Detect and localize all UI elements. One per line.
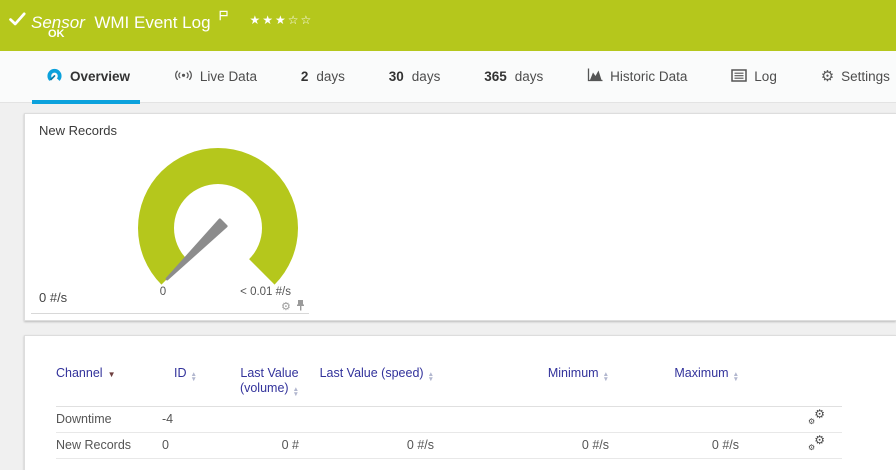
tab-365-days[interactable]: 365 days [484,51,543,103]
area-chart-icon [587,68,603,85]
channels-panel: Channel ▼ ID ▲ ▼ Last Value (volume) ▲ ▼ Last… [24,335,896,470]
gauge-min-label: 0 [159,286,167,298]
tab-label: days [316,69,345,84]
channel-name: Downtime [56,412,112,426]
last-value-speed [302,406,437,432]
overview-gauge-panel: New Records 0 < 0.01 #/s 0 #/s ⚙ [24,113,896,321]
maximum-value: 0 #/s [711,438,739,452]
channels-table: Channel ▼ ID ▲ ▼ Last Value (volume) ▲ ▼ Last… [56,366,842,459]
broadcast-icon [174,69,193,85]
channel-settings-gears-icon[interactable]: ⚙ ⚙ [808,408,825,426]
last-value-volume [212,406,302,432]
sort-desc-icon: ▼ [107,370,116,379]
sort-icon: ▲ ▼ [732,371,739,383]
tab-settings[interactable]: ⚙ Settings [821,51,890,103]
gauge-title: New Records [39,123,118,138]
channel-id: -4 [162,412,174,426]
sort-icon: ▲ ▼ [602,371,609,383]
tab-label: days [411,69,441,84]
tab-label: Live Data [199,69,257,84]
sort-icon: ▲ ▼ [292,386,299,398]
last-value-speed: 0 #/s [406,438,434,452]
tab-2-days[interactable]: 2 days [301,51,345,103]
last-value-volume: 0 # [281,438,299,452]
channel-id: 0 [162,438,169,452]
column-header-minimum[interactable]: Minimum ▲ ▼ [437,366,612,406]
flag-icon [219,8,229,26]
gauge-tile-divider [31,313,309,314]
tab-label: days [514,69,544,84]
tab-overview[interactable]: Overview [31,51,141,104]
column-header-id[interactable]: ID ▲ ▼ [162,366,212,406]
gauge-max-label: < 0.01 #/s [240,286,291,298]
column-header-last-value-speed[interactable]: Last Value (speed) ▲ ▼ [302,366,437,406]
maximum-value [612,406,742,432]
tab-label: Overview [70,69,131,84]
gauge-settings-gear-icon[interactable]: ⚙ [281,301,291,313]
sort-icon: ▲ ▼ [190,371,197,383]
tab-log[interactable]: Log [731,51,777,103]
tab-label: Log [754,69,777,84]
priority-stars[interactable]: ★★★☆☆ [249,13,313,27]
sensor-header: Sensor WMI Event Log ★★★☆☆ OK [0,0,896,51]
gauge-chart [138,148,299,285]
sort-icon: ▲ ▼ [427,371,434,383]
minimum-value [437,406,612,432]
log-icon [731,68,748,85]
tab-label: Historic Data [610,69,688,84]
gear-icon: ⚙ [820,68,835,85]
column-header-channel[interactable]: Channel ▼ [56,366,162,406]
gauge-icon [46,67,63,86]
tab-historic-data[interactable]: Historic Data [587,51,687,103]
tab-live-data[interactable]: Live Data [174,51,257,103]
gauge-arc [138,148,299,285]
status-badge: OK [48,28,65,40]
gauge-current-value: 0 #/s [39,290,68,305]
tab-label: Settings [841,69,890,84]
minimum-value: 0 #/s [581,438,609,452]
table-row-downtime: Downtime -4 ⚙ ⚙ [56,406,842,432]
tab-30-days[interactable]: 30 days [389,51,441,103]
column-header-maximum[interactable]: Maximum ▲ ▼ [612,366,742,406]
tab-bar: Overview Live Data 2 days 30 days 365 da… [0,51,896,104]
channel-name: New Records [56,438,132,452]
table-row-new-records: New Records 0 0 # 0 #/s 0 #/s 0 #/s ⚙ ⚙ [56,432,842,458]
channel-settings-gears-icon[interactable]: ⚙ ⚙ [808,434,825,452]
sensor-title: WMI Event Log [94,13,211,32]
column-header-last-value-volume[interactable]: Last Value (volume) ▲ ▼ [212,366,302,406]
status-ok-check-icon [9,12,26,31]
